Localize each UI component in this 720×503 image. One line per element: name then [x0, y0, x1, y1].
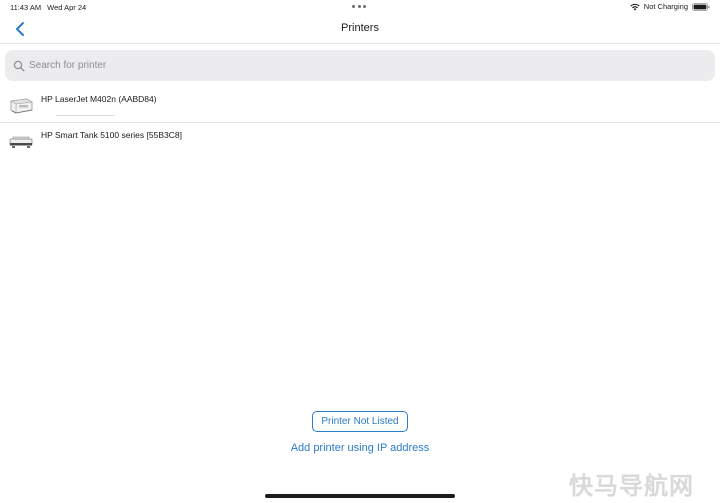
printer-name: HP LaserJet M402n (AABD84) — [41, 94, 157, 104]
charging-status: Not Charging — [643, 2, 688, 11]
status-left: 11:43 AM Wed Apr 24 — [10, 3, 86, 12]
printer-status-indicator — [56, 115, 114, 116]
status-date: Wed Apr 24 — [47, 3, 87, 12]
wifi-icon — [630, 3, 640, 10]
printer-row-smart-tank[interactable]: HP Smart Tank 5100 series [55B3C8] — [0, 123, 720, 159]
home-indicator[interactable] — [265, 494, 455, 498]
search-icon — [13, 60, 25, 71]
printer-name: HP Smart Tank 5100 series [55B3C8] — [41, 130, 182, 140]
battery-icon — [692, 2, 710, 11]
inkjet-printer-icon — [9, 136, 33, 148]
printer-row-laserjet[interactable]: HP LaserJet M402n (AABD84) — [0, 87, 720, 123]
multitasking-dots-icon[interactable] — [352, 5, 366, 8]
search-bar[interactable] — [5, 50, 715, 81]
dot — [357, 5, 361, 8]
dot — [352, 5, 355, 8]
printer-list: HP LaserJet M402n (AABD84) HP Smart Tank… — [0, 87, 720, 159]
navigation-bar: Printers — [0, 14, 720, 44]
printer-not-listed-button[interactable]: Printer Not Listed — [312, 411, 408, 432]
status-time: 11:43 AM — [10, 3, 42, 12]
status-right: Not Charging — [630, 2, 710, 11]
add-printer-ip-link[interactable]: Add printer using IP address — [0, 442, 720, 454]
watermark-text: 快马导航网 — [569, 472, 694, 500]
page-title: Printers — [341, 22, 379, 34]
watermark: 快马导航网 — [569, 466, 694, 501]
status-bar: 11:43 AM Wed Apr 24 Not Charging — [0, 0, 720, 14]
laser-printer-icon — [10, 98, 33, 114]
dot — [363, 5, 366, 8]
search-input[interactable] — [29, 60, 689, 71]
